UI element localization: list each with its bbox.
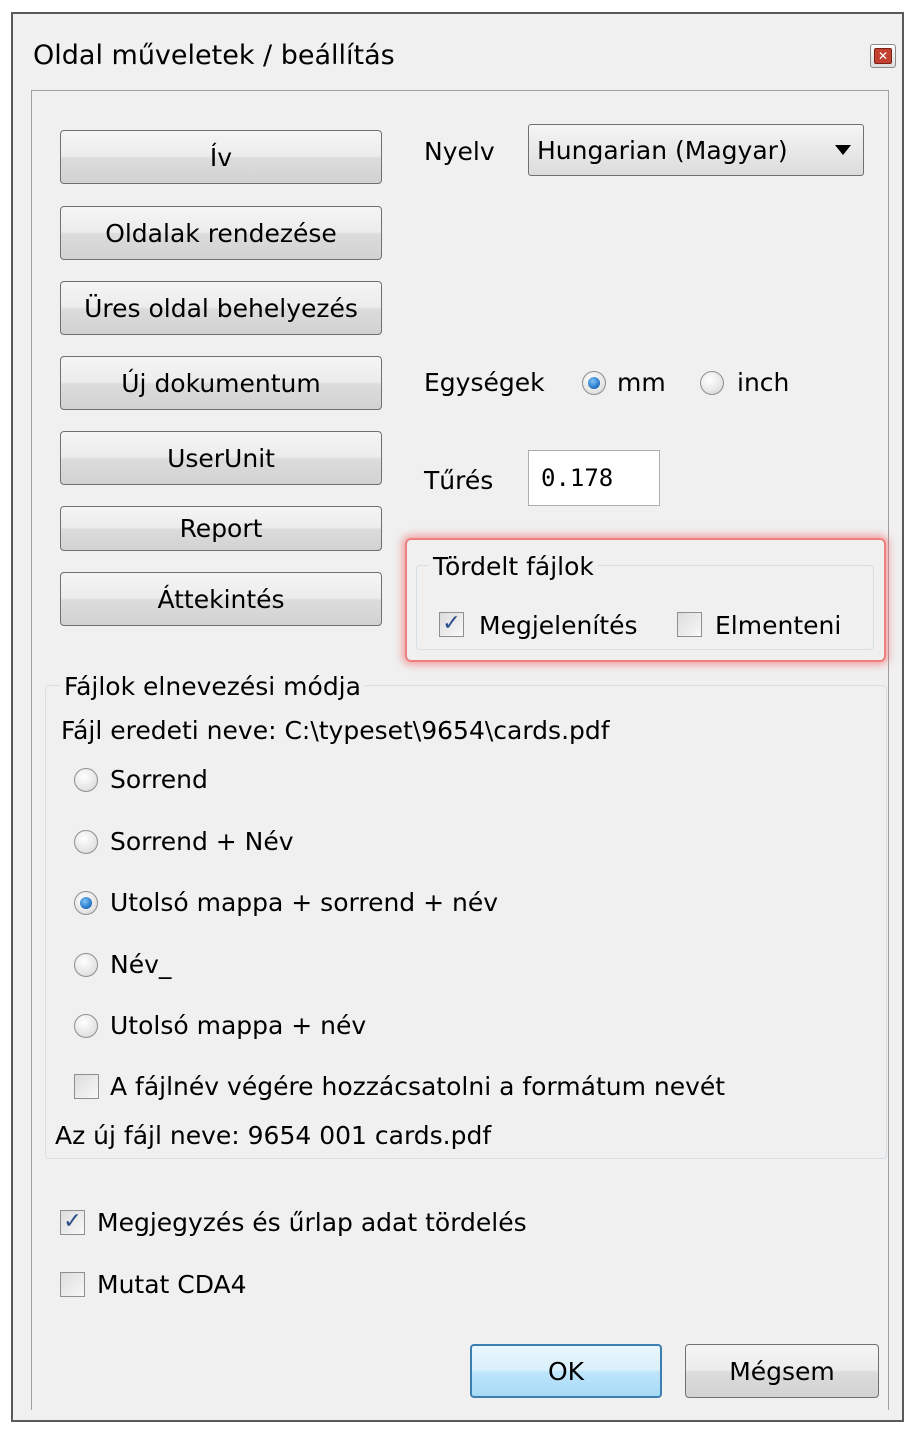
naming-order-radio[interactable] xyxy=(74,768,98,792)
units-inch-radio[interactable] xyxy=(700,371,724,395)
new-document-button-label: Új dokumentum xyxy=(121,368,321,398)
naming-lastfolder-order-name-radio[interactable] xyxy=(74,891,98,915)
title-bar[interactable]: Oldal műveletek / beállítás ✕ xyxy=(13,14,902,92)
tolerance-input-value: 0.178 xyxy=(541,464,614,492)
report-button-label: Report xyxy=(179,514,263,543)
close-button[interactable]: ✕ xyxy=(870,44,896,68)
split-files-show-checkbox[interactable]: ✓ xyxy=(439,612,464,637)
overview-button[interactable]: Áttekintés xyxy=(60,572,382,626)
split-files-save-checkbox[interactable] xyxy=(677,612,702,637)
new-document-button[interactable]: Új dokumentum xyxy=(60,356,382,410)
split-files-legend: Tördelt fájlok xyxy=(429,552,598,581)
dialog-title: Oldal műveletek / beállítás xyxy=(33,40,395,71)
userunit-button[interactable]: UserUnit xyxy=(60,431,382,485)
naming-order-label[interactable]: Sorrend xyxy=(110,765,208,794)
language-select-value: Hungarian (Magyar) xyxy=(537,136,788,165)
units-mm-label[interactable]: mm xyxy=(617,368,666,397)
cancel-button[interactable]: Mégsem xyxy=(685,1344,879,1398)
report-button[interactable]: Report xyxy=(60,506,382,551)
naming-lastfolder-name-radio[interactable] xyxy=(74,1014,98,1038)
append-format-label[interactable]: A fájlnév végére hozzácsatolni a formátu… xyxy=(110,1072,725,1101)
cancel-button-label: Mégsem xyxy=(729,1356,835,1386)
split-files-show-label[interactable]: Megjelenítés xyxy=(479,611,637,640)
userunit-button-label: UserUnit xyxy=(167,443,275,473)
chevron-down-icon xyxy=(835,145,851,155)
arrange-pages-button[interactable]: Oldalak rendezése xyxy=(60,206,382,260)
tolerance-input[interactable]: 0.178 xyxy=(528,450,660,506)
units-mm-radio[interactable] xyxy=(582,371,606,395)
naming-lastfolder-order-name-label[interactable]: Utolsó mappa + sorrend + név xyxy=(110,888,498,917)
tolerance-label: Tűrés xyxy=(424,466,494,495)
units-label: Egységek xyxy=(424,368,545,397)
iv-button[interactable]: Ív xyxy=(60,130,382,184)
naming-order-name-label[interactable]: Sorrend + Név xyxy=(110,827,294,856)
insert-blank-page-button-label: Üres oldal behelyezés xyxy=(84,293,358,323)
show-cda4-checkbox[interactable] xyxy=(60,1272,85,1297)
language-select[interactable]: Hungarian (Magyar) xyxy=(528,124,864,176)
show-cda4-label[interactable]: Mutat CDA4 xyxy=(97,1270,247,1299)
naming-name-underscore-radio[interactable] xyxy=(74,953,98,977)
annotations-label[interactable]: Megjegyzés és űrlap adat tördelés xyxy=(97,1208,527,1237)
close-icon: ✕ xyxy=(874,48,892,64)
naming-order-name-radio[interactable] xyxy=(74,830,98,854)
original-filename: Fájl eredeti neve: C:\typeset\9654\cards… xyxy=(61,716,610,745)
units-inch-label[interactable]: inch xyxy=(737,368,789,397)
language-label: Nyelv xyxy=(424,137,495,166)
split-files-save-label[interactable]: Elmenteni xyxy=(715,611,841,640)
ok-button[interactable]: OK xyxy=(470,1344,662,1398)
iv-button-label: Ív xyxy=(209,142,233,172)
annotations-checkbox[interactable]: ✓ xyxy=(60,1210,85,1235)
append-format-checkbox[interactable] xyxy=(74,1074,99,1099)
naming-lastfolder-name-label[interactable]: Utolsó mappa + név xyxy=(110,1011,366,1040)
arrange-pages-button-label: Oldalak rendezése xyxy=(105,218,337,248)
naming-legend: Fájlok elnevezési módja xyxy=(60,672,365,701)
ok-button-label: OK xyxy=(547,1356,585,1386)
insert-blank-page-button[interactable]: Üres oldal behelyezés xyxy=(60,281,382,335)
overview-button-label: Áttekintés xyxy=(157,584,285,614)
new-filename: Az új fájl neve: 9654 001 cards.pdf xyxy=(55,1121,492,1150)
naming-name-underscore-label[interactable]: Név_ xyxy=(110,950,171,979)
